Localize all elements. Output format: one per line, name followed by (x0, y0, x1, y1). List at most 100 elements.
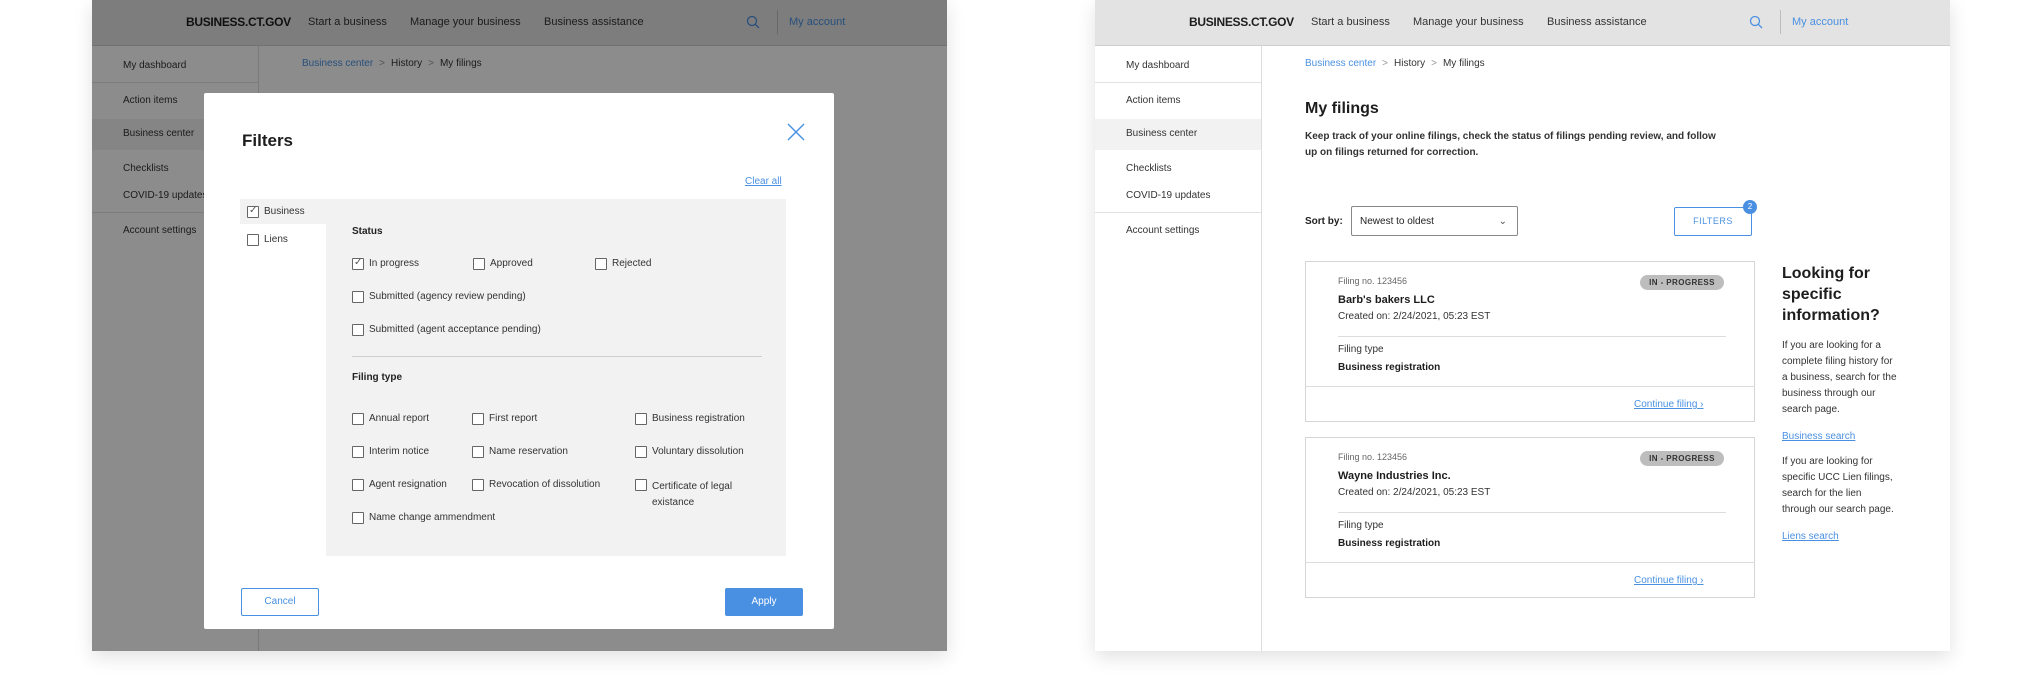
checkbox-label: Annual report (369, 413, 430, 424)
status-badge: IN - PROGRESS (1640, 275, 1724, 290)
checkbox-name-reservation[interactable] (472, 446, 484, 458)
filing-business-name: Barb's bakers LLC (1338, 294, 1435, 306)
filing-type-value: Business registration (1338, 362, 1441, 373)
apply-button[interactable]: Apply (725, 588, 803, 616)
checkbox-interim-notice[interactable] (352, 446, 364, 458)
nav-start-business[interactable]: Start a business (1311, 16, 1390, 28)
checkbox-in-progress[interactable]: ✓ (352, 257, 364, 270)
sidebar-item-account-settings[interactable]: Account settings (1095, 224, 1261, 238)
card-divider (1338, 512, 1726, 513)
aside-text: If you are looking for specific UCC Lien… (1782, 456, 1894, 515)
sidebar-item-business-center[interactable]: Business center (1095, 119, 1261, 150)
section-divider (352, 356, 762, 357)
sidebar: My dashboard Action items Business cente… (1095, 46, 1262, 651)
tab-business[interactable]: ✓ Business (240, 199, 326, 224)
clear-all-link[interactable]: Clear all (745, 176, 782, 187)
checkbox-label: Approved (490, 258, 533, 269)
checkbox-label: Interim notice (369, 446, 430, 457)
checkbox-label: Rejected (612, 258, 652, 269)
business-search-link[interactable]: Business search (1782, 431, 1897, 442)
checkbox-annual-report[interactable] (352, 413, 364, 425)
continue-filing-link[interactable]: Continue filing › (1634, 575, 1704, 586)
card-footer-divider (1306, 386, 1754, 387)
help-aside: Looking for specific information? If you… (1782, 263, 1897, 542)
sidebar-divider (1095, 212, 1261, 213)
breadcrumb: Business center > History > My filings (1305, 58, 1485, 69)
sort-value: Newest to oldest (1360, 216, 1434, 227)
filing-type-label: Filing type (1338, 520, 1384, 531)
filters-button[interactable]: FILTERS (1674, 207, 1752, 236)
checkbox-agency-review[interactable] (352, 291, 364, 303)
checkbox-label: Certificate of legal existance (652, 481, 733, 508)
checkbox-revocation-of-dissolution[interactable] (472, 479, 484, 491)
checkbox-label: In progress (369, 258, 420, 269)
filing-card: Filing no. 123456 Barb's bakers LLC Crea… (1305, 261, 1755, 422)
tab-label: Liens (264, 234, 288, 245)
checkbox-agent-resignation[interactable] (352, 479, 364, 491)
continue-filing-label: Continue filing (1634, 575, 1698, 586)
filing-card: Filing no. 123456 Wayne Industries Inc. … (1305, 437, 1755, 598)
filters-count-badge: 2 (1743, 200, 1757, 214)
card-footer-divider (1306, 562, 1754, 563)
cancel-button[interactable]: Cancel (241, 588, 319, 616)
filter-category-tabs: ✓ Business Liens (240, 199, 326, 559)
check-icon: ✓ (249, 205, 258, 216)
filing-type-section-title: Filing type (352, 372, 402, 383)
filters-modal: Filters Clear all ✓ Business Liens Statu… (204, 93, 834, 629)
checkbox-name-change-ammendment[interactable] (352, 512, 364, 524)
checkbox-first-report[interactable] (472, 413, 484, 425)
checkbox-label: Business registration (652, 413, 745, 424)
checkbox-label: First report (489, 413, 538, 424)
checkbox-liens[interactable] (247, 234, 259, 246)
checkbox-business[interactable]: ✓ (247, 205, 259, 218)
filing-business-name: Wayne Industries Inc. (1338, 470, 1451, 482)
checkbox-label: Submitted (agent acceptance pending) (369, 324, 541, 335)
brand-logo[interactable]: BUSINESS.CT.GOV (1189, 15, 1294, 29)
my-filings-screen: BUSINESS.CT.GOV Start a business Manage … (1095, 0, 1950, 651)
nav-divider (1780, 10, 1781, 34)
filing-number: Filing no. 123456 (1338, 276, 1408, 286)
liens-search-link[interactable]: Liens search (1782, 531, 1897, 542)
tab-liens[interactable]: Liens (240, 227, 326, 252)
close-icon[interactable] (785, 121, 807, 143)
card-divider (1338, 336, 1726, 337)
status-section-title: Status (352, 226, 383, 237)
checkbox-rejected[interactable] (595, 258, 607, 270)
sidebar-item-dashboard[interactable]: My dashboard (1095, 59, 1261, 73)
filter-options-panel: Status ✓ In progress Approved Rejected S… (326, 199, 786, 556)
sort-label: Sort by: (1305, 216, 1343, 227)
checkbox-agent-acceptance[interactable] (352, 324, 364, 336)
page-description: Keep track of your online filings, check… (1305, 131, 1716, 158)
checkbox-label: Name reservation (489, 446, 568, 457)
checkbox-approved[interactable] (473, 258, 485, 270)
aside-text: If you are looking for a complete filing… (1782, 340, 1897, 415)
filing-type-value: Business registration (1338, 538, 1441, 549)
search-icon[interactable] (1747, 13, 1767, 33)
breadcrumb-business-center[interactable]: Business center (1305, 58, 1376, 69)
my-account-link[interactable]: My account (1792, 16, 1848, 28)
top-nav: BUSINESS.CT.GOV Start a business Manage … (1095, 0, 1950, 46)
sidebar-item-covid-updates[interactable]: COVID-19 updates (1095, 189, 1261, 203)
checkbox-label: Voluntary dissolution (652, 446, 744, 457)
continue-filing-link[interactable]: Continue filing › (1634, 399, 1704, 410)
checkbox-voluntary-dissolution[interactable] (635, 446, 647, 458)
check-icon: ✓ (354, 257, 363, 268)
sort-dropdown[interactable]: Newest to oldest ⌄ (1351, 206, 1518, 236)
sidebar-item-action-items[interactable]: Action items (1095, 94, 1261, 108)
checkbox-label: Agent resignation (369, 479, 447, 490)
checkbox-certificate-legal-existance[interactable] (635, 479, 647, 491)
nav-manage-business[interactable]: Manage your business (1413, 16, 1524, 28)
checkbox-label: Submitted (agency review pending) (369, 291, 526, 302)
aside-title: Looking for specific information? (1782, 265, 1880, 324)
modal-title: Filters (242, 131, 294, 150)
sidebar-item-checklists[interactable]: Checklists (1095, 162, 1261, 176)
nav-business-assistance[interactable]: Business assistance (1547, 16, 1647, 28)
tab-label: Business (264, 206, 305, 217)
filing-created-date: Created on: 2/24/2021, 05:23 EST (1338, 311, 1491, 322)
checkbox-label: Name change ammendment (369, 512, 496, 523)
breadcrumb-history[interactable]: History (1394, 58, 1425, 69)
checkbox-business-registration[interactable] (635, 413, 647, 425)
chevron-down-icon: ⌄ (1498, 216, 1507, 227)
filters-screen: BUSINESS.CT.GOV Start a business Manage … (92, 0, 947, 651)
chevron-right-icon: › (1700, 575, 1704, 586)
